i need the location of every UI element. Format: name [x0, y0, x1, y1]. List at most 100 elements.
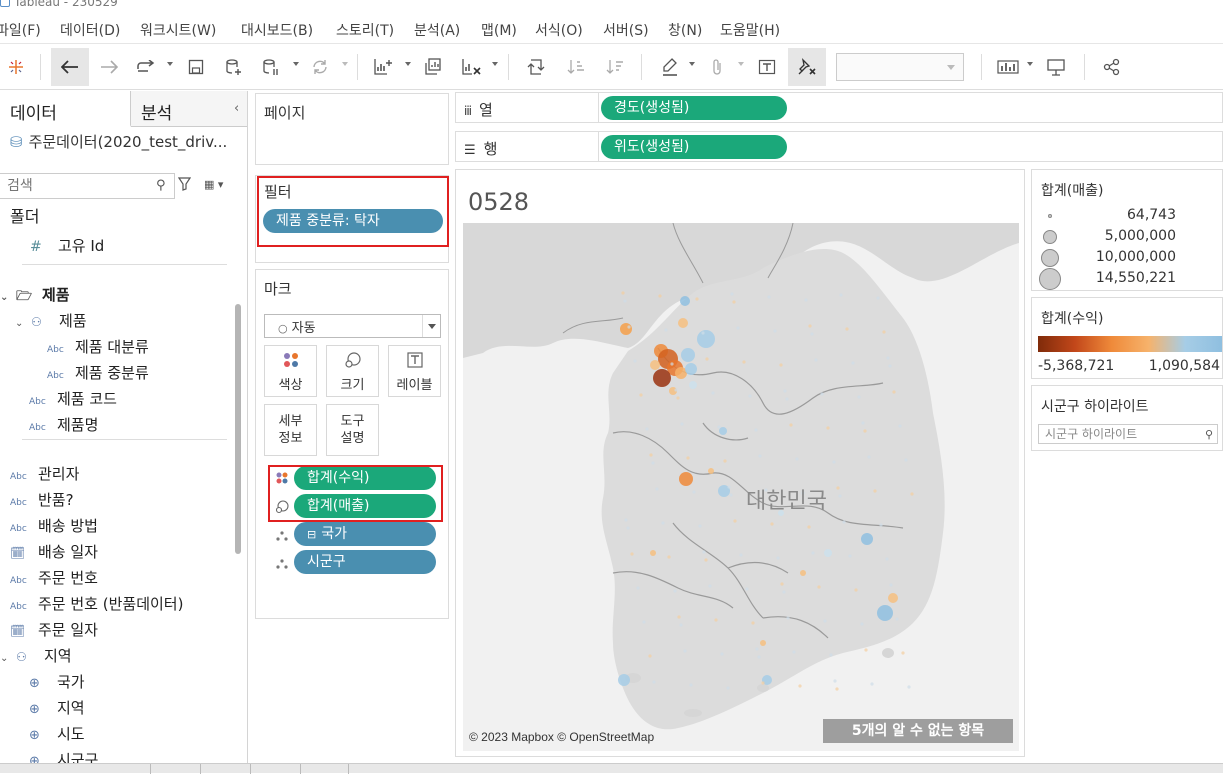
field-item[interactable]: Abc 배송 방법 [10, 514, 98, 538]
map-mark-small[interactable] [823, 619, 827, 623]
worksheet-title[interactable]: 0528 [468, 188, 529, 216]
highlighter-input[interactable]: 시군구 하이라이트 ⚲ [1038, 424, 1218, 444]
map-mark-small[interactable] [714, 618, 718, 622]
save-icon[interactable] [181, 52, 211, 82]
map-mark-small[interactable] [879, 523, 883, 527]
swap-rows-columns-icon[interactable] [521, 52, 551, 82]
presentation-mode-icon[interactable] [1041, 52, 1071, 82]
map-mark-small[interactable] [667, 555, 671, 559]
map-mark-small[interactable] [860, 622, 864, 626]
pages-shelf[interactable]: 페이지 [255, 93, 449, 165]
map-mark-small[interactable] [864, 648, 868, 652]
field-item[interactable]: 🗓 배송 일자 [10, 540, 98, 564]
map-mark[interactable] [620, 323, 632, 335]
map-mark-small[interactable] [708, 584, 712, 588]
map-mark-small[interactable] [692, 490, 696, 494]
map-mark-small[interactable] [885, 557, 889, 561]
map-mark-small[interactable] [839, 293, 843, 297]
map-mark[interactable] [650, 550, 656, 556]
map-mark-small[interactable] [876, 296, 880, 300]
map-mark[interactable] [888, 593, 898, 603]
field-item[interactable]: ⊕ 지역 [29, 696, 85, 720]
map-mark-small[interactable] [907, 685, 911, 689]
datasource-row[interactable]: ⛁ 주문데이터(2020_test_driv... [10, 131, 227, 152]
map-mark-small[interactable] [658, 294, 662, 298]
map-mark-small[interactable] [642, 620, 646, 624]
map-mark-small[interactable] [826, 426, 830, 430]
filter-funnel-icon[interactable] [177, 177, 192, 195]
field-item[interactable]: 🗓 주문 일자 [10, 618, 98, 642]
map-mark-small[interactable] [730, 292, 734, 296]
map-mark-small[interactable] [817, 585, 821, 589]
menu-format[interactable]: 서식(O) [535, 20, 583, 40]
map-mark-small[interactable] [857, 395, 861, 399]
map-mark-small[interactable] [701, 331, 705, 335]
columns-shelf[interactable]: iii 열 경도(생성됨) [455, 92, 1223, 123]
map-mark[interactable] [653, 369, 671, 387]
map-mark-small[interactable] [873, 489, 877, 493]
rows-shelf[interactable]: ☰ 행 위도(생성됨) [455, 131, 1223, 162]
highlight-pen-icon[interactable] [655, 52, 685, 82]
map-mark-small[interactable] [758, 454, 762, 458]
map-mark[interactable] [618, 674, 630, 686]
sort-descending-icon[interactable] [600, 52, 630, 82]
map-mark-small[interactable] [704, 558, 708, 562]
clear-sheet-icon[interactable] [456, 52, 486, 82]
map-mark-small[interactable] [723, 459, 727, 463]
refresh-icon[interactable] [305, 52, 335, 82]
map-mark-small[interactable] [810, 332, 814, 336]
map-mark-small[interactable] [767, 295, 771, 299]
duplicate-sheet-icon[interactable] [418, 52, 448, 82]
map-mark-small[interactable] [720, 652, 724, 656]
map-mark-small[interactable] [808, 324, 812, 328]
map-mark-small[interactable] [633, 359, 637, 363]
map-mark-small[interactable] [733, 519, 737, 523]
map-mark-small[interactable] [845, 327, 849, 331]
map-mark[interactable] [824, 549, 832, 557]
tooltip-button[interactable]: 도구 설명 [326, 404, 379, 456]
map-mark-small[interactable] [626, 526, 630, 530]
columns-pill[interactable]: 경도(생성됨) [601, 96, 787, 120]
map-mark-small[interactable] [770, 522, 774, 526]
map-mark[interactable] [877, 605, 893, 621]
map-mark-small[interactable] [664, 328, 668, 332]
map-mark-small[interactable] [870, 682, 874, 686]
map-mark-small[interactable] [621, 291, 625, 295]
map-mark-small[interactable] [833, 679, 837, 683]
sort-ascending-icon[interactable] [561, 52, 591, 82]
map-mark-small[interactable] [755, 647, 759, 651]
group-paperclip-icon[interactable] [702, 52, 732, 82]
map-mark-small[interactable] [851, 361, 855, 365]
menu-server[interactable]: 서버(S) [603, 20, 649, 40]
map-mark-small[interactable] [748, 394, 752, 398]
map-mark-small[interactable] [761, 681, 765, 685]
field-item[interactable]: # 고유 Id [30, 234, 104, 258]
map-mark-small[interactable] [892, 390, 896, 394]
map-mark-small[interactable] [835, 687, 839, 691]
map-mark-small[interactable] [854, 588, 858, 592]
field-item[interactable]: Abc 제품 대분류 [47, 335, 149, 359]
map-mark-small[interactable] [680, 422, 684, 426]
map-mark-small[interactable] [904, 458, 908, 462]
menu-story[interactable]: 스토리(T) [336, 20, 394, 40]
data-marks-layer[interactable] [463, 223, 1019, 751]
map-mark-small[interactable] [820, 392, 824, 396]
map-mark-small[interactable] [780, 582, 784, 586]
map-mark[interactable] [697, 330, 715, 348]
menu-analysis[interactable]: 분석(A) [414, 20, 460, 40]
map-mark-small[interactable] [624, 518, 628, 522]
menu-data[interactable]: 데이터(D) [60, 20, 120, 40]
map-mark-small[interactable] [645, 427, 649, 431]
map-mark-small[interactable] [867, 455, 871, 459]
field-item[interactable]: Abc 주문 번호 [10, 566, 98, 590]
menu-map[interactable]: 맵(M) [481, 20, 517, 40]
map-mark[interactable] [800, 570, 806, 576]
map-mark-small[interactable] [736, 326, 740, 330]
menu-window[interactable]: 창(N) [668, 20, 702, 40]
map-mark-small[interactable] [898, 424, 902, 428]
map-mark-small[interactable] [886, 356, 890, 360]
map-mark[interactable] [678, 318, 688, 328]
map-mark-small[interactable] [695, 297, 699, 301]
collapse-pane-icon[interactable]: ‹ [234, 101, 239, 116]
map-mark-small[interactable] [776, 556, 780, 560]
